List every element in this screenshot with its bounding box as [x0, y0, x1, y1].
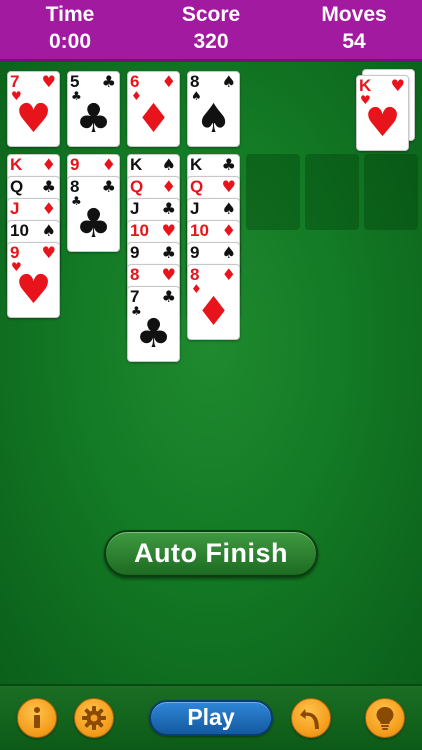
gear-icon	[82, 706, 106, 730]
heart-icon: ♥	[161, 265, 176, 284]
spade-icon: ♠	[195, 96, 232, 142]
tableau-card-8-clubs[interactable]: 8 ♣ ♣ ♣	[67, 176, 120, 252]
moves-label: Moves	[321, 3, 387, 26]
diamond-icon: ♦	[41, 155, 56, 174]
card-rank: 10	[190, 221, 209, 240]
heart-icon: ♥	[15, 267, 52, 313]
card-rank: J	[130, 199, 140, 218]
play-button[interactable]: Play	[149, 700, 273, 736]
heart-icon: ♥	[15, 96, 52, 142]
card-table: 7 ♥ ♥ ♥ 5 ♣ ♣ ♣ 6 ♦ ♦ ♦ 8 ♠ ♠ ♠ K ♥ ♥ ♥ …	[0, 62, 422, 684]
auto-finish-button[interactable]: Auto Finish	[104, 530, 318, 577]
empty-tableau-slot[interactable]	[305, 154, 359, 230]
club-icon: ♣	[75, 201, 112, 247]
club-icon: ♣	[75, 96, 112, 142]
tableau-card-7-clubs[interactable]: 7 ♣ ♣ ♣	[127, 286, 180, 362]
spade-icon: ♠	[221, 199, 236, 218]
score-header: Time 0:00 Score 320 Moves 54	[0, 0, 422, 62]
time-value: 0:00	[48, 30, 92, 53]
card-rank: J	[190, 199, 200, 218]
club-icon: ♣	[41, 177, 56, 196]
card-rank: Q	[10, 177, 24, 196]
club-icon: ♣	[161, 287, 176, 306]
card-rank: Q	[190, 177, 204, 196]
club-icon: ♣	[101, 177, 116, 196]
diamond-icon: ♦	[161, 72, 176, 91]
card-rank: 10	[130, 221, 149, 240]
card-rank: 9	[190, 243, 200, 262]
card-rank: K	[130, 155, 143, 174]
spade-icon: ♠	[221, 243, 236, 262]
club-icon: ♣	[221, 155, 236, 174]
card-rank: K	[190, 155, 203, 174]
diamond-icon: ♦	[101, 155, 116, 174]
tableau-card-9-hearts[interactable]: 9 ♥ ♥ ♥	[7, 242, 60, 318]
club-icon: ♣	[161, 199, 176, 218]
score-label: Score	[181, 3, 241, 26]
score-value: 320	[193, 30, 229, 53]
heart-icon: ♥	[364, 100, 401, 146]
undo-button[interactable]	[291, 698, 331, 738]
empty-tableau-slot[interactable]	[246, 154, 300, 230]
score-stat: Score 320	[151, 2, 271, 56]
diamond-icon: ♦	[221, 221, 236, 240]
hint-button[interactable]	[365, 698, 405, 738]
moves-stat: Moves 54	[294, 2, 414, 56]
tableau-card-8-diamonds[interactable]: 8 ♦ ♦ ♦	[187, 264, 240, 340]
diamond-icon: ♦	[195, 289, 232, 335]
lightbulb-icon	[376, 707, 394, 730]
card-rank: Q	[130, 177, 144, 196]
spade-icon: ♠	[221, 72, 236, 91]
moves-value: 54	[342, 30, 366, 53]
club-icon: ♣	[135, 311, 172, 357]
info-icon	[34, 707, 40, 728]
card-rank: 9	[70, 155, 80, 174]
waste-card-8-spades[interactable]: 8 ♠ ♠ ♠	[187, 71, 240, 147]
heart-icon: ♥	[221, 177, 236, 196]
time-label: Time	[45, 3, 95, 26]
diamond-icon: ♦	[221, 265, 236, 284]
waste-card-5-clubs[interactable]: 5 ♣ ♣ ♣	[67, 71, 120, 147]
heart-icon: ♥	[41, 243, 56, 262]
club-icon: ♣	[161, 243, 176, 262]
diamond-icon: ♦	[41, 199, 56, 218]
waste-card-7-hearts[interactable]: 7 ♥ ♥ ♥	[7, 71, 60, 147]
undo-icon	[300, 709, 319, 729]
card-rank: 9	[130, 243, 140, 262]
empty-tableau-slot[interactable]	[364, 154, 418, 230]
card-rank: 8	[130, 265, 140, 284]
settings-button[interactable]	[74, 698, 114, 738]
diamond-icon: ♦	[135, 96, 172, 142]
card-rank: K	[10, 155, 23, 174]
diamond-icon: ♦	[161, 177, 176, 196]
info-button[interactable]	[17, 698, 57, 738]
waste-card-6-diamonds[interactable]: 6 ♦ ♦ ♦	[127, 71, 180, 147]
time-stat: Time 0:00	[10, 2, 130, 56]
heart-icon: ♥	[161, 221, 176, 240]
card-rank: 10	[10, 221, 29, 240]
club-icon: ♣	[101, 72, 116, 91]
heart-icon: ♥	[390, 76, 405, 95]
spade-icon: ♠	[41, 221, 56, 240]
foundation-card-king-hearts[interactable]: K ♥ ♥ ♥	[356, 75, 409, 151]
bottom-toolbar: Play	[0, 684, 422, 750]
card-rank: J	[10, 199, 20, 218]
spade-icon: ♠	[161, 155, 176, 174]
heart-icon: ♥	[41, 72, 56, 91]
